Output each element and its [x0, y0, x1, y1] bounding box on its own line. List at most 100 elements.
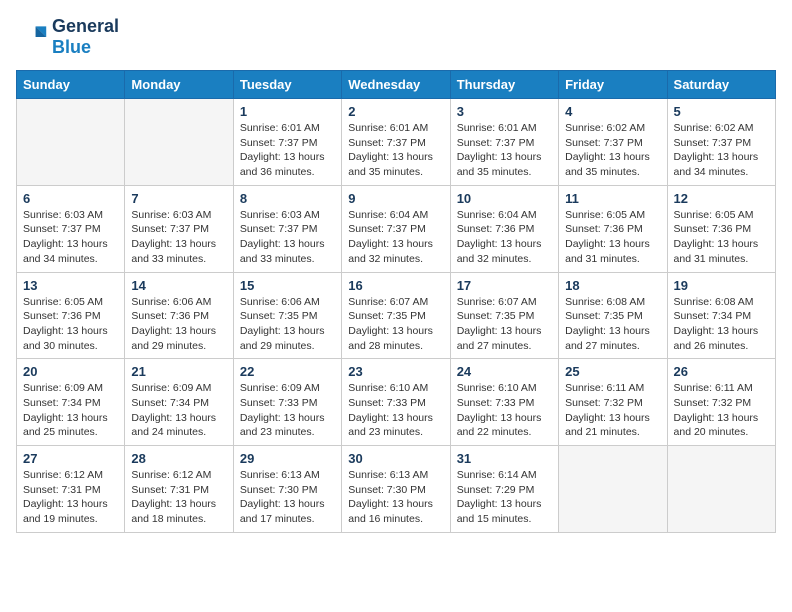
- calendar-cell: 15Sunrise: 6:06 AM Sunset: 7:35 PM Dayli…: [233, 272, 341, 359]
- day-info: Sunrise: 6:01 AM Sunset: 7:37 PM Dayligh…: [240, 121, 335, 180]
- calendar-cell: 3 Sunrise: 6:01 AM Sunset: 7:37 PM Daylig…: [450, 99, 558, 186]
- calendar-cell: 17 Sunrise: 6:07 AM Sunset: 7:35 PM Dayli…: [450, 272, 558, 359]
- day-number: 2: [348, 104, 443, 119]
- day-number: 11: [565, 191, 660, 206]
- day-number: 18: [565, 278, 660, 293]
- week-row-2: 6 Sunrise: 6:03 AM Sunset: 7:37 PM Daylig…: [17, 185, 776, 272]
- calendar-cell: 6 Sunrise: 6:03 AM Sunset: 7:37 PM Daylig…: [17, 185, 125, 272]
- calendar-cell: 4 Sunrise: 6:02 AM Sunset: 7:37 PM Daylig…: [559, 99, 667, 186]
- day-number: 8: [240, 191, 335, 206]
- day-number: 21: [131, 364, 226, 379]
- day-number: 22: [240, 364, 335, 379]
- day-number: 24: [457, 364, 552, 379]
- calendar-cell: [559, 446, 667, 533]
- day-number: 20: [23, 364, 118, 379]
- day-info: Sunrise: 6:03 AM Sunset: 7:37 PM Dayligh…: [240, 208, 335, 267]
- day-number: 29: [240, 451, 335, 466]
- week-row-1: 1Sunrise: 6:01 AM Sunset: 7:37 PM Daylig…: [17, 99, 776, 186]
- calendar-cell: 26 Sunrise: 6:11 AM Sunset: 7:32 PM Dayli…: [667, 359, 775, 446]
- calendar-cell: [17, 99, 125, 186]
- day-info: Sunrise: 6:13 AM Sunset: 7:30 PM Dayligh…: [240, 468, 335, 527]
- day-info: Sunrise: 6:11 AM Sunset: 7:32 PM Dayligh…: [674, 381, 769, 440]
- calendar-cell: 1Sunrise: 6:01 AM Sunset: 7:37 PM Daylig…: [233, 99, 341, 186]
- day-info: Sunrise: 6:03 AM Sunset: 7:37 PM Dayligh…: [23, 208, 118, 267]
- day-number: 7: [131, 191, 226, 206]
- calendar-cell: 12 Sunrise: 6:05 AM Sunset: 7:36 PM Dayli…: [667, 185, 775, 272]
- day-info: Sunrise: 6:07 AM Sunset: 7:35 PM Dayligh…: [348, 295, 443, 354]
- day-info: Sunrise: 6:11 AM Sunset: 7:32 PM Dayligh…: [565, 381, 660, 440]
- weekday-header-friday: Friday: [559, 71, 667, 99]
- weekday-header-wednesday: Wednesday: [342, 71, 450, 99]
- calendar-cell: 19Sunrise: 6:08 AM Sunset: 7:34 PM Dayli…: [667, 272, 775, 359]
- calendar-cell: 27 Sunrise: 6:12 AM Sunset: 7:31 PM Dayli…: [17, 446, 125, 533]
- day-number: 9: [348, 191, 443, 206]
- week-row-5: 27 Sunrise: 6:12 AM Sunset: 7:31 PM Dayli…: [17, 446, 776, 533]
- day-info: Sunrise: 6:04 AM Sunset: 7:36 PM Dayligh…: [457, 208, 552, 267]
- day-info: Sunrise: 6:05 AM Sunset: 7:36 PM Dayligh…: [23, 295, 118, 354]
- day-info: Sunrise: 6:12 AM Sunset: 7:31 PM Dayligh…: [131, 468, 226, 527]
- weekday-header-sunday: Sunday: [17, 71, 125, 99]
- calendar-cell: 22 Sunrise: 6:09 AM Sunset: 7:33 PM Dayli…: [233, 359, 341, 446]
- day-info: Sunrise: 6:02 AM Sunset: 7:37 PM Dayligh…: [674, 121, 769, 180]
- day-number: 5: [674, 104, 769, 119]
- day-number: 13: [23, 278, 118, 293]
- weekday-header-thursday: Thursday: [450, 71, 558, 99]
- day-info: Sunrise: 6:14 AM Sunset: 7:29 PM Dayligh…: [457, 468, 552, 527]
- calendar-cell: 10 Sunrise: 6:04 AM Sunset: 7:36 PM Dayli…: [450, 185, 558, 272]
- day-number: 4: [565, 104, 660, 119]
- calendar-cell: 5 Sunrise: 6:02 AM Sunset: 7:37 PM Daylig…: [667, 99, 775, 186]
- calendar-cell: 7Sunrise: 6:03 AM Sunset: 7:37 PM Daylig…: [125, 185, 233, 272]
- calendar-cell: 11Sunrise: 6:05 AM Sunset: 7:36 PM Dayli…: [559, 185, 667, 272]
- calendar-cell: 23 Sunrise: 6:10 AM Sunset: 7:33 PM Dayli…: [342, 359, 450, 446]
- calendar-cell: 2 Sunrise: 6:01 AM Sunset: 7:37 PM Daylig…: [342, 99, 450, 186]
- day-number: 30: [348, 451, 443, 466]
- day-info: Sunrise: 6:09 AM Sunset: 7:34 PM Dayligh…: [131, 381, 226, 440]
- logo-text: General Blue: [52, 16, 119, 58]
- calendar-cell: 18 Sunrise: 6:08 AM Sunset: 7:35 PM Dayli…: [559, 272, 667, 359]
- day-info: Sunrise: 6:06 AM Sunset: 7:35 PM Dayligh…: [240, 295, 335, 354]
- day-number: 6: [23, 191, 118, 206]
- weekday-header-tuesday: Tuesday: [233, 71, 341, 99]
- day-number: 25: [565, 364, 660, 379]
- day-number: 23: [348, 364, 443, 379]
- calendar-cell: 24Sunrise: 6:10 AM Sunset: 7:33 PM Dayli…: [450, 359, 558, 446]
- day-info: Sunrise: 6:08 AM Sunset: 7:35 PM Dayligh…: [565, 295, 660, 354]
- day-info: Sunrise: 6:10 AM Sunset: 7:33 PM Dayligh…: [348, 381, 443, 440]
- calendar-cell: [125, 99, 233, 186]
- day-number: 10: [457, 191, 552, 206]
- day-info: Sunrise: 6:12 AM Sunset: 7:31 PM Dayligh…: [23, 468, 118, 527]
- day-info: Sunrise: 6:07 AM Sunset: 7:35 PM Dayligh…: [457, 295, 552, 354]
- day-info: Sunrise: 6:09 AM Sunset: 7:33 PM Dayligh…: [240, 381, 335, 440]
- day-number: 27: [23, 451, 118, 466]
- day-number: 16: [348, 278, 443, 293]
- logo-icon: [16, 21, 48, 53]
- weekday-header-row: SundayMondayTuesdayWednesdayThursdayFrid…: [17, 71, 776, 99]
- calendar-cell: 25 Sunrise: 6:11 AM Sunset: 7:32 PM Dayli…: [559, 359, 667, 446]
- day-info: Sunrise: 6:06 AM Sunset: 7:36 PM Dayligh…: [131, 295, 226, 354]
- logo: General Blue: [16, 16, 119, 58]
- calendar-cell: 29 Sunrise: 6:13 AM Sunset: 7:30 PM Dayli…: [233, 446, 341, 533]
- day-number: 12: [674, 191, 769, 206]
- day-number: 17: [457, 278, 552, 293]
- calendar: SundayMondayTuesdayWednesdayThursdayFrid…: [16, 70, 776, 533]
- calendar-cell: [667, 446, 775, 533]
- calendar-cell: 30 Sunrise: 6:13 AM Sunset: 7:30 PM Dayli…: [342, 446, 450, 533]
- day-number: 26: [674, 364, 769, 379]
- calendar-cell: 13 Sunrise: 6:05 AM Sunset: 7:36 PM Dayli…: [17, 272, 125, 359]
- day-number: 3: [457, 104, 552, 119]
- calendar-cell: 20 Sunrise: 6:09 AM Sunset: 7:34 PM Dayli…: [17, 359, 125, 446]
- page-header: General Blue: [16, 16, 776, 58]
- weekday-header-saturday: Saturday: [667, 71, 775, 99]
- day-info: Sunrise: 6:09 AM Sunset: 7:34 PM Dayligh…: [23, 381, 118, 440]
- day-info: Sunrise: 6:13 AM Sunset: 7:30 PM Dayligh…: [348, 468, 443, 527]
- weekday-header-monday: Monday: [125, 71, 233, 99]
- day-info: Sunrise: 6:02 AM Sunset: 7:37 PM Dayligh…: [565, 121, 660, 180]
- calendar-cell: 31Sunrise: 6:14 AM Sunset: 7:29 PM Dayli…: [450, 446, 558, 533]
- calendar-cell: 16 Sunrise: 6:07 AM Sunset: 7:35 PM Dayli…: [342, 272, 450, 359]
- day-info: Sunrise: 6:01 AM Sunset: 7:37 PM Dayligh…: [348, 121, 443, 180]
- day-info: Sunrise: 6:05 AM Sunset: 7:36 PM Dayligh…: [674, 208, 769, 267]
- day-info: Sunrise: 6:01 AM Sunset: 7:37 PM Dayligh…: [457, 121, 552, 180]
- calendar-cell: 8 Sunrise: 6:03 AM Sunset: 7:37 PM Daylig…: [233, 185, 341, 272]
- day-number: 28: [131, 451, 226, 466]
- calendar-cell: 28 Sunrise: 6:12 AM Sunset: 7:31 PM Dayli…: [125, 446, 233, 533]
